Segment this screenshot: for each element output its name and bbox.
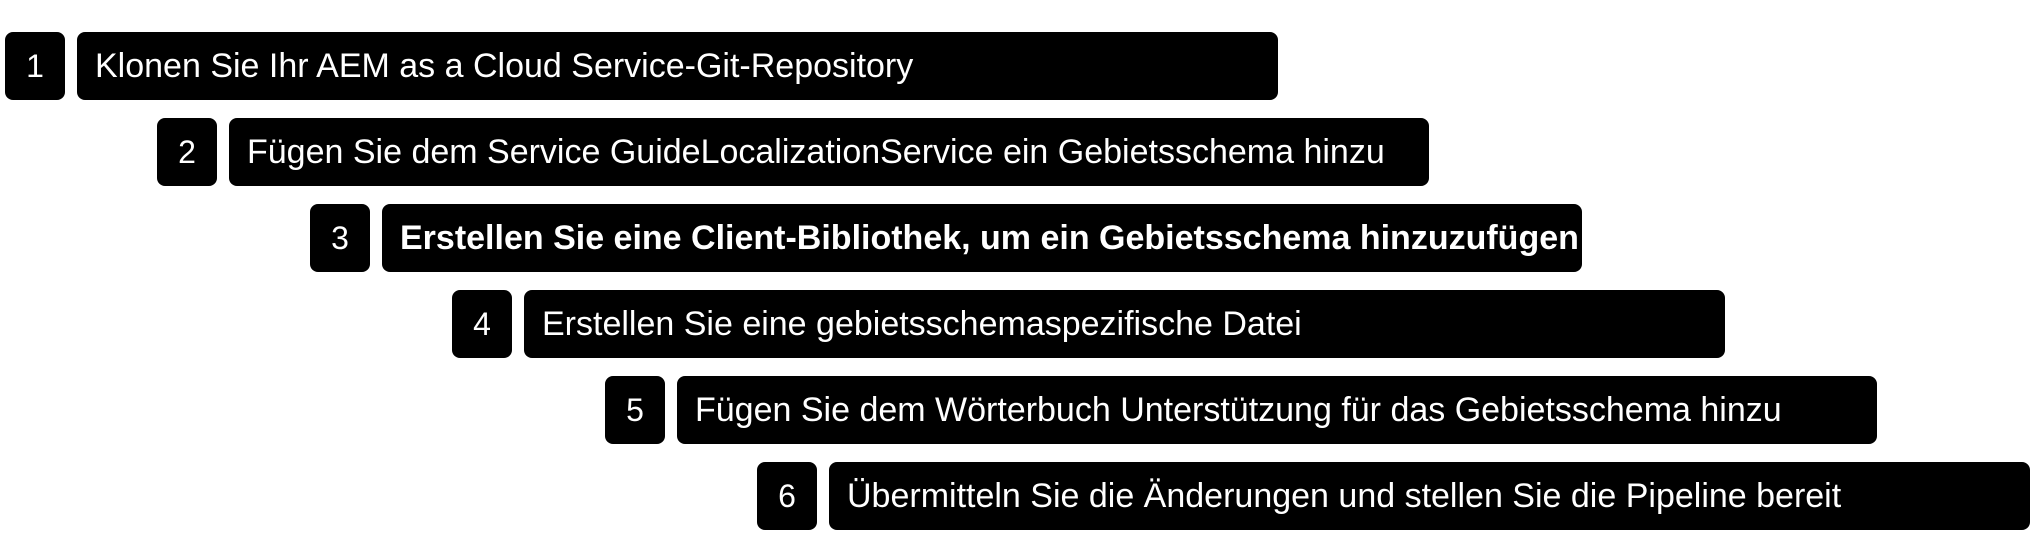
- step-4-number: 4: [452, 290, 512, 358]
- step-3-number: 3: [310, 204, 370, 272]
- step-6-number: 6: [757, 462, 817, 530]
- step-2-number: 2: [157, 118, 217, 186]
- step-3-label: Erstellen Sie eine Client-Bibliothek, um…: [382, 204, 1582, 272]
- step-2-label: Fügen Sie dem Service GuideLocalizationS…: [229, 118, 1429, 186]
- step-5-number: 5: [605, 376, 665, 444]
- step-4-label: Erstellen Sie eine gebietsschemaspezifis…: [524, 290, 1725, 358]
- step-1-label: Klonen Sie Ihr AEM as a Cloud Service-Gi…: [77, 32, 1278, 100]
- step-6-label: Übermitteln Sie die Änderungen und stell…: [829, 462, 2030, 530]
- step-1-number: 1: [5, 32, 65, 100]
- step-5-label: Fügen Sie dem Wörterbuch Unterstützung f…: [677, 376, 1877, 444]
